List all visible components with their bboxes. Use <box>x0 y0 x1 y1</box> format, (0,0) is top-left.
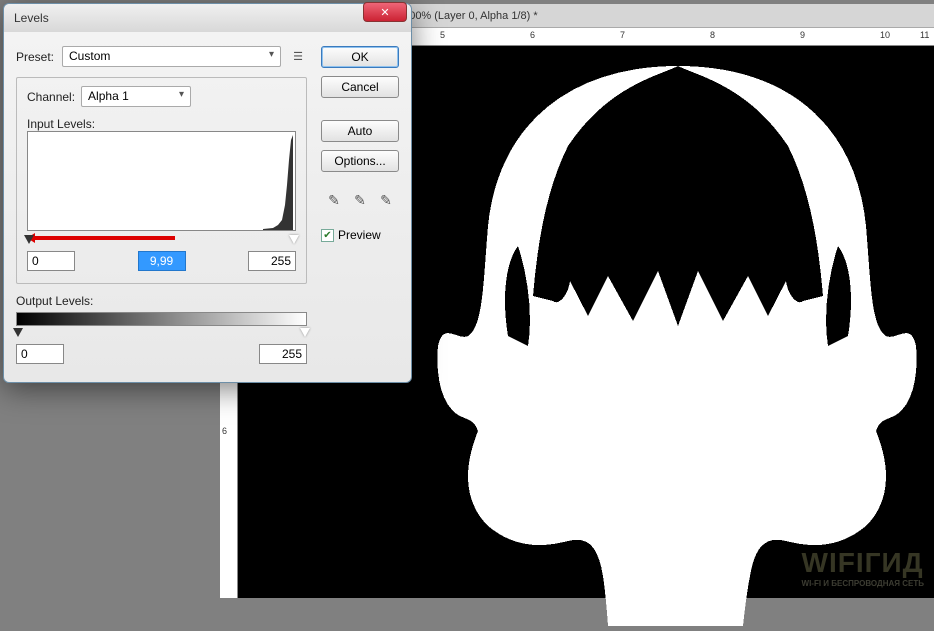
preset-menu-icon[interactable]: ☰ <box>289 48 307 66</box>
input-gamma-field[interactable] <box>138 251 186 271</box>
levels-dialog: Levels ✕ Preset: Custom ☰ Channel: Alpha… <box>3 3 412 383</box>
input-slider-track[interactable] <box>27 235 296 247</box>
ok-button[interactable]: OK <box>321 46 399 68</box>
preset-label: Preset: <box>16 50 54 64</box>
cancel-button[interactable]: Cancel <box>321 76 399 98</box>
dialog-titlebar[interactable]: Levels ✕ <box>4 4 411 32</box>
output-levels-label: Output Levels: <box>16 294 307 308</box>
output-slider-track[interactable] <box>16 328 307 340</box>
input-black-handle[interactable] <box>24 235 34 245</box>
output-white-handle[interactable] <box>300 328 310 338</box>
input-white-handle[interactable] <box>289 235 299 245</box>
channel-label: Channel: <box>27 90 75 104</box>
alpha-mask-silhouette <box>428 36 928 626</box>
eyedropper-black-icon[interactable]: ✎ <box>324 190 344 210</box>
input-black-field[interactable] <box>27 251 75 271</box>
output-gradient <box>16 312 307 326</box>
output-black-field[interactable] <box>16 344 64 364</box>
dialog-title: Levels <box>10 11 405 25</box>
input-white-field[interactable] <box>248 251 296 271</box>
eyedropper-white-icon[interactable]: ✎ <box>376 190 396 210</box>
channel-combo[interactable]: Alpha 1 <box>81 86 191 107</box>
input-levels-label: Input Levels: <box>27 117 296 131</box>
close-icon: ✕ <box>380 6 389 19</box>
watermark: WIFIГИД WI-FI И БЕСПРОВОДНАЯ СЕТЬ <box>802 547 924 588</box>
close-button[interactable]: ✕ <box>363 2 407 22</box>
annotation-arrow <box>35 236 175 240</box>
preview-checkbox[interactable]: ✔ <box>321 229 334 242</box>
eyedropper-gray-icon[interactable]: ✎ <box>350 190 370 210</box>
output-black-handle[interactable] <box>13 328 23 338</box>
channel-fieldset: Channel: Alpha 1 Input Levels: <box>16 77 307 284</box>
preset-combo[interactable]: Custom <box>62 46 281 67</box>
output-white-field[interactable] <box>259 344 307 364</box>
preview-label: Preview <box>338 228 381 242</box>
histogram <box>27 131 296 231</box>
options-button[interactable]: Options... <box>321 150 399 172</box>
auto-button[interactable]: Auto <box>321 120 399 142</box>
